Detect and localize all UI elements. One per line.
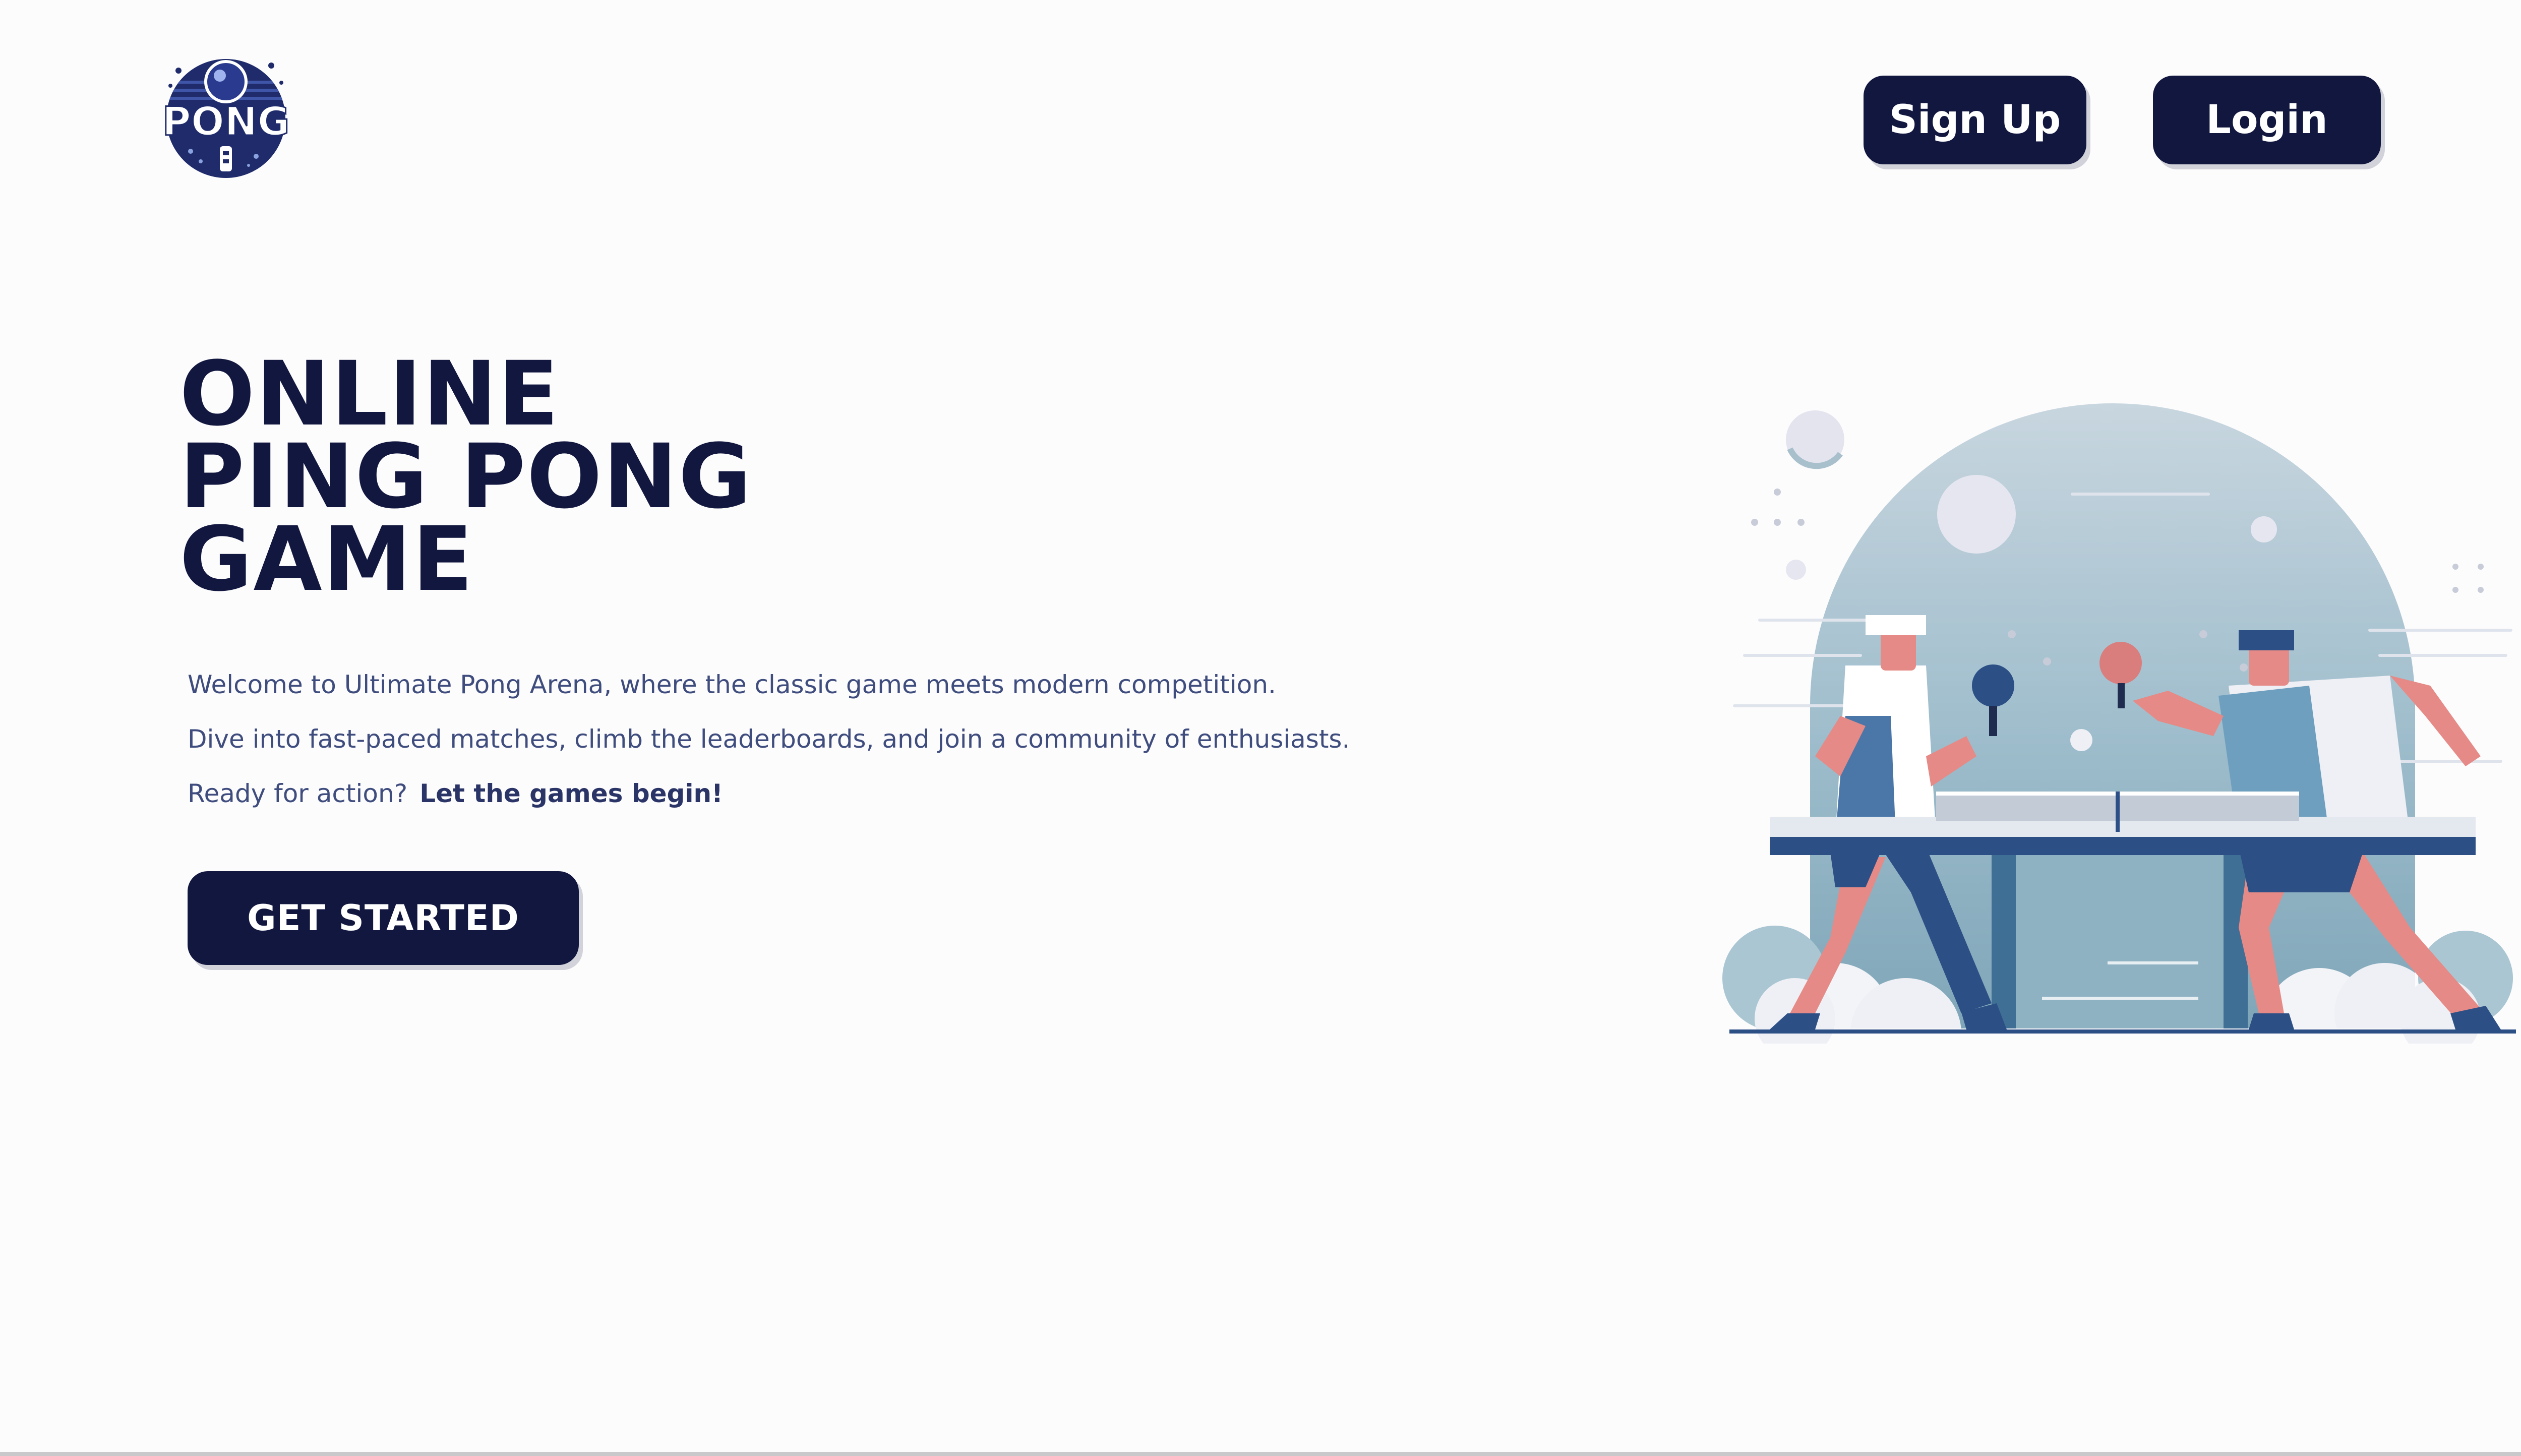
logo-text: PONG (162, 99, 290, 145)
hero-title-line: GAME (179, 508, 474, 611)
hero-title-line: ONLINE (179, 342, 560, 446)
cta-text: Let the games begin! (419, 779, 723, 808)
hero-description-line: Welcome to Ultimate Pong Arena, where th… (188, 670, 1276, 699)
get-started-button[interactable]: GET STARTED (188, 871, 579, 965)
hero-description-line: Dive into fast-paced matches, climb the … (188, 724, 1350, 754)
landing-page: PONG Sign Up Login ONLINE PING PONG GAME… (0, 0, 2521, 1456)
right-paddle (2099, 642, 2142, 684)
ready-text: Ready for action? (188, 779, 408, 808)
floating-ball (1786, 560, 1806, 580)
login-button[interactable]: Login (2153, 76, 2381, 164)
table-underside (1997, 852, 2239, 1028)
hero-ready-line: Ready for action? Let the games begin! (188, 778, 723, 809)
hero-title: ONLINE PING PONG GAME (179, 342, 752, 611)
floating-ball (2251, 516, 2277, 542)
hero-title-line: PING PONG (179, 425, 752, 528)
sign-up-button[interactable]: Sign Up (1864, 76, 2086, 164)
bottom-divider (0, 1452, 2521, 1456)
left-paddle (1972, 664, 2014, 707)
game-ball (2070, 729, 2092, 751)
floating-ball (1937, 475, 2016, 554)
pong-logo-icon[interactable]: PONG (160, 50, 291, 181)
ping-pong-players-illustration (1722, 403, 2516, 1044)
